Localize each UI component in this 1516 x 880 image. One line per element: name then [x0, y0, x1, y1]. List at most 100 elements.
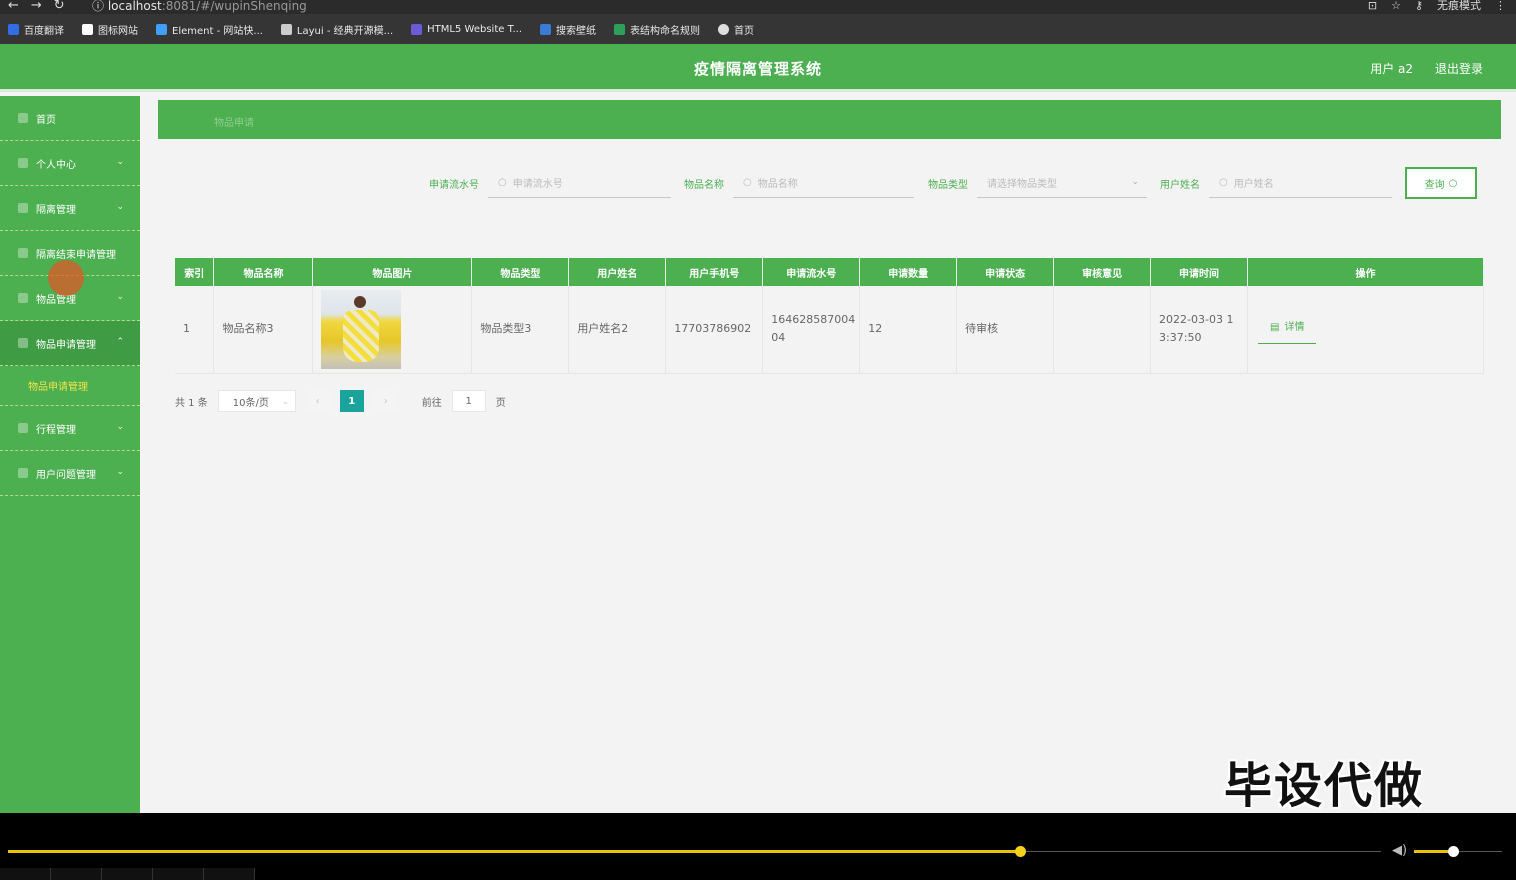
total-count: 共 1 条	[175, 397, 208, 409]
progress-bar-rest[interactable]	[1021, 851, 1381, 852]
bookmark-icon	[156, 23, 167, 35]
page-suffix: 页	[495, 397, 506, 409]
column-header: 操作	[1247, 258, 1484, 286]
search-icon: ○	[1448, 177, 1458, 189]
volume-icon[interactable]: ◀)	[1392, 843, 1407, 858]
column-header: 物品图片	[312, 258, 473, 286]
column-header: 索引	[175, 258, 215, 286]
menu-dots-icon[interactable]: ⋮	[1495, 0, 1506, 12]
timeline-segment[interactable]	[204, 868, 255, 880]
sidebar-item-profile[interactable]: 个人中心 ⌄	[0, 141, 140, 186]
video-player-bar: ◀)	[0, 813, 1516, 880]
bookmark-icon	[82, 23, 93, 35]
url-path: :8081/#/wupinShenqing	[161, 0, 307, 13]
progress-bar-fill[interactable]	[8, 850, 1021, 853]
cell-serial: 164628587004 04	[762, 286, 861, 374]
translate-icon[interactable]: ⊡	[1368, 0, 1377, 12]
bookmark[interactable]: 表结构命名规则	[614, 22, 700, 37]
bookmark[interactable]: 图标网站	[82, 22, 138, 37]
bookmark-icon	[540, 23, 552, 35]
chevron-up-icon: ⌃	[116, 337, 124, 347]
goto-page-input[interactable]: 1	[451, 390, 486, 412]
bookmark-icon	[411, 23, 423, 35]
main-content: 物品申请 申请流水号 ○ 申请流水号 物品名称 ○ 物品名称 物品类型 请选择物品类…	[158, 100, 1501, 412]
type-label: 物品类型	[928, 179, 968, 191]
cell-quantity: 12	[859, 286, 958, 374]
question-icon	[18, 468, 28, 478]
bookmark[interactable]: 首页	[718, 22, 754, 37]
logout-button[interactable]: 退出登录	[1435, 60, 1483, 77]
cell-actions: ▤ 详情	[1247, 286, 1484, 374]
name-label: 物品名称	[684, 179, 724, 191]
table-row: 1 物品名称3 物品类型3 用户姓名2 17703786902 16462858…	[175, 286, 1484, 374]
sidebar-item-itinerary[interactable]: 行程管理 ⌄	[0, 406, 140, 451]
bookmark-icon	[718, 23, 730, 35]
cell-goods-type: 物品类型3	[471, 286, 570, 374]
chevron-down-icon: ⌄	[116, 467, 124, 477]
bookmarks-bar: 百度翻译 图标网站 Element - 网站快... Layui - 经典开源模…	[0, 14, 1516, 44]
star-icon[interactable]: ☆	[1391, 0, 1401, 12]
browser-nav-icons[interactable]: ←→↻	[8, 0, 77, 13]
type-select[interactable]: 请选择物品类型 ⌄	[977, 168, 1147, 198]
prev-page-button[interactable]: ‹	[305, 390, 330, 412]
bookmark[interactable]: HTML5 Website T...	[411, 23, 522, 35]
chevron-right-icon: ›	[383, 395, 388, 407]
cell-index: 1	[175, 286, 215, 374]
column-header: 用户姓名	[568, 258, 667, 286]
chevron-down-icon: ⌄	[116, 422, 124, 432]
username-label: 用户姓名	[1160, 179, 1200, 191]
isolation-icon	[18, 203, 28, 213]
detail-button[interactable]: ▤ 详情	[1258, 315, 1317, 344]
submenu-goods-apply[interactable]: 物品申请管理	[0, 366, 140, 406]
current-user[interactable]: 用户 a2	[1370, 60, 1413, 77]
page-size-select[interactable]: 10条/页 ⌄	[217, 390, 296, 412]
sidebar: 首页 个人中心 ⌄ 隔离管理 ⌄ 隔离结束申请管理 物品管理 ⌄ 物品申请管理 ⌃ 物品…	[0, 96, 140, 813]
timeline-segment[interactable]	[0, 868, 51, 880]
page-number-current[interactable]: 1	[339, 390, 364, 412]
column-header: 物品类型	[471, 258, 570, 286]
username-input[interactable]: ○ 用户姓名	[1209, 168, 1392, 198]
search-field-username: 用户姓名 ○ 用户姓名	[1160, 168, 1392, 198]
volume-bar-rest[interactable]	[1454, 851, 1502, 852]
progress-knob[interactable]	[1015, 846, 1026, 857]
cell-user-name: 用户姓名2	[568, 286, 667, 374]
bookmark[interactable]: Layui - 经典开源模...	[280, 22, 393, 37]
serial-label: 申请流水号	[429, 179, 479, 191]
cell-status: 待审核	[956, 286, 1055, 374]
sidebar-item-home[interactable]: 首页	[0, 96, 140, 141]
timeline-segment[interactable]	[51, 868, 102, 880]
pagination: 共 1 条 10条/页 ⌄ ‹ 1 › 前往 1 页	[175, 390, 506, 412]
timeline-segment[interactable]	[102, 868, 153, 880]
incognito-label[interactable]: 无痕模式	[1437, 0, 1481, 13]
timeline-segment[interactable]	[153, 868, 204, 880]
cell-goods-image	[312, 286, 473, 374]
search-icon: ○	[498, 177, 507, 188]
query-button[interactable]: 查询 ○	[1405, 167, 1477, 199]
column-header: 申请流水号	[762, 258, 861, 286]
serial-input[interactable]: ○ 申请流水号	[488, 168, 671, 198]
bookmark[interactable]: Element - 网站快...	[156, 22, 263, 37]
pen-icon	[18, 248, 28, 258]
sidebar-item-isolation[interactable]: 隔离管理 ⌄	[0, 186, 140, 231]
table-header-row: 索引 物品名称 物品图片 物品类型 用户姓名 用户手机号 申请流水号 申请数量 …	[175, 258, 1484, 286]
sidebar-item-goods-apply[interactable]: 物品申请管理 ⌃	[0, 321, 140, 366]
search-panel: 申请流水号 ○ 申请流水号 物品名称 ○ 物品名称 物品类型 请选择物品类型 ⌄ 用户…	[158, 148, 1501, 238]
search-field-type: 物品类型 请选择物品类型 ⌄	[928, 168, 1147, 198]
bookmark[interactable]: 搜索壁纸	[540, 22, 596, 37]
column-header: 申请状态	[956, 258, 1055, 286]
bookmark[interactable]: 百度翻译	[8, 22, 64, 37]
browser-right-icons: ⊡ ☆ ⚷ 无痕模式 ⋮	[1368, 0, 1506, 13]
volume-knob[interactable]	[1448, 846, 1459, 857]
search-field-name: 物品名称 ○ 物品名称	[684, 168, 914, 198]
column-header: 申请时间	[1150, 258, 1249, 286]
next-page-button[interactable]: ›	[373, 390, 398, 412]
chevron-left-icon: ‹	[315, 395, 320, 407]
bookmark-icon	[280, 23, 292, 35]
goods-image[interactable]	[321, 289, 402, 369]
sidebar-item-user-questions[interactable]: 用户问题管理 ⌄	[0, 451, 140, 496]
key-icon[interactable]: ⚷	[1415, 0, 1423, 12]
address-bar[interactable]: ⓘ localhost:8081/#/wupinShenqing	[92, 0, 307, 14]
name-input[interactable]: ○ 物品名称	[733, 168, 914, 198]
user-icon	[18, 158, 28, 168]
home-icon	[18, 113, 28, 123]
